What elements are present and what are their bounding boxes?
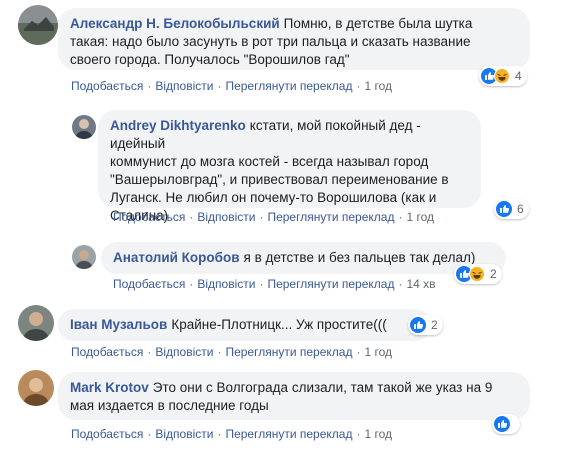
comment-text: Луганск. Не любил он почему-то Ворошилов…	[110, 190, 437, 205]
reaction-count: 2	[431, 318, 438, 332]
comment-author[interactable]: Іван Музальов	[70, 317, 167, 332]
comment-time[interactable]: 1 год	[406, 210, 434, 224]
comment-text: я в детстве и без пальцев так делал)	[243, 250, 476, 265]
comment-bubble: Mark Krotov Это они с Волгограда слизали,…	[58, 372, 530, 420]
comment-author[interactable]: Mark Krotov	[70, 380, 149, 395]
avatar[interactable]	[18, 370, 54, 406]
comment-text: мая издается в последние годы	[70, 398, 269, 413]
avatar[interactable]	[18, 5, 58, 45]
comment-bubble: Іван Музальов Крайне-Плотницк... Уж прост…	[58, 309, 431, 341]
reactions-summary[interactable]: 2	[454, 264, 502, 284]
comment-text: Крайне-Плотницк... Уж простите(((	[171, 317, 387, 332]
comment-time[interactable]: 1 год	[364, 345, 392, 359]
comment-actions: Подобається · Відповісти · Переглянути перек…	[113, 210, 435, 224]
comment-actions: Подобається · Відповісти · Переглянути перек…	[71, 345, 393, 359]
comment-time[interactable]: 1 год	[364, 427, 392, 441]
comment-time[interactable]: 14 хв	[406, 277, 435, 291]
comment-bubble: Andrey Dikhtyarenko кстати, мой покойный …	[98, 110, 481, 223]
haha-icon	[494, 68, 510, 84]
comment-author[interactable]: Анатолий Коробов	[113, 250, 240, 265]
comment-text: Помню, в детстве была шутка	[283, 16, 473, 31]
avatar[interactable]	[72, 115, 96, 139]
reaction-count: 4	[515, 69, 522, 83]
translate-link[interactable]: Переглянути переклад	[267, 210, 394, 224]
translate-link[interactable]: Переглянути переклад	[225, 345, 352, 359]
avatar[interactable]	[18, 305, 54, 341]
haha-icon	[469, 266, 485, 282]
comment-actions: Подобається · Відповісти · Переглянути перек…	[71, 79, 393, 93]
comment-actions: Подобається · Відповісти · Переглянути перек…	[71, 427, 393, 441]
comment-text: Это они с Волгограда слизали, там такой …	[152, 380, 493, 395]
comment-bubble: Александр Н. Белокобыльский Помню, в детс…	[58, 8, 530, 70]
comment-author[interactable]: Andrey Dikhtyarenko	[110, 118, 246, 133]
translate-link[interactable]: Переглянути переклад	[267, 277, 394, 291]
like-link[interactable]: Подобається	[71, 345, 143, 359]
avatar[interactable]	[72, 245, 96, 269]
like-link[interactable]: Подобається	[113, 277, 185, 291]
reactions-summary[interactable]	[492, 414, 520, 434]
comment-text: "Вашерыловград", и привествовал переимен…	[110, 172, 449, 187]
comment-text: своего города. Получалось "Ворошилов гад…	[70, 52, 350, 67]
reply-link[interactable]: Відповісти	[197, 277, 255, 291]
reactions-summary[interactable]: 2	[408, 315, 443, 335]
like-icon	[410, 317, 426, 333]
like-link[interactable]: Подобається	[71, 79, 143, 93]
translate-link[interactable]: Переглянути переклад	[225, 79, 352, 93]
reactions-summary[interactable]: 4	[479, 66, 527, 86]
reaction-count: 6	[517, 202, 524, 216]
like-link[interactable]: Подобається	[113, 210, 185, 224]
like-icon	[494, 416, 510, 432]
like-icon	[496, 201, 512, 217]
reactions-summary[interactable]: 6	[494, 199, 529, 219]
reply-link[interactable]: Відповісти	[155, 345, 213, 359]
reply-link[interactable]: Відповісти	[197, 210, 255, 224]
comment-text: такая: надо было засунуть в рот три паль…	[70, 34, 471, 49]
comment-time[interactable]: 1 год	[364, 79, 392, 93]
reply-link[interactable]: Відповісти	[155, 427, 213, 441]
translate-link[interactable]: Переглянути переклад	[225, 427, 352, 441]
reply-link[interactable]: Відповісти	[155, 79, 213, 93]
comment-actions: Подобається · Відповісти · Переглянути перек…	[113, 277, 436, 291]
reaction-count: 2	[490, 267, 497, 281]
comment-bubble: Анатолий Коробов я в детстве и без пальце…	[101, 242, 506, 274]
comment-author[interactable]: Александр Н. Белокобыльский	[70, 16, 280, 31]
comment-text: коммунист до мозга костей - всегда назыв…	[110, 154, 429, 169]
like-link[interactable]: Подобається	[71, 427, 143, 441]
